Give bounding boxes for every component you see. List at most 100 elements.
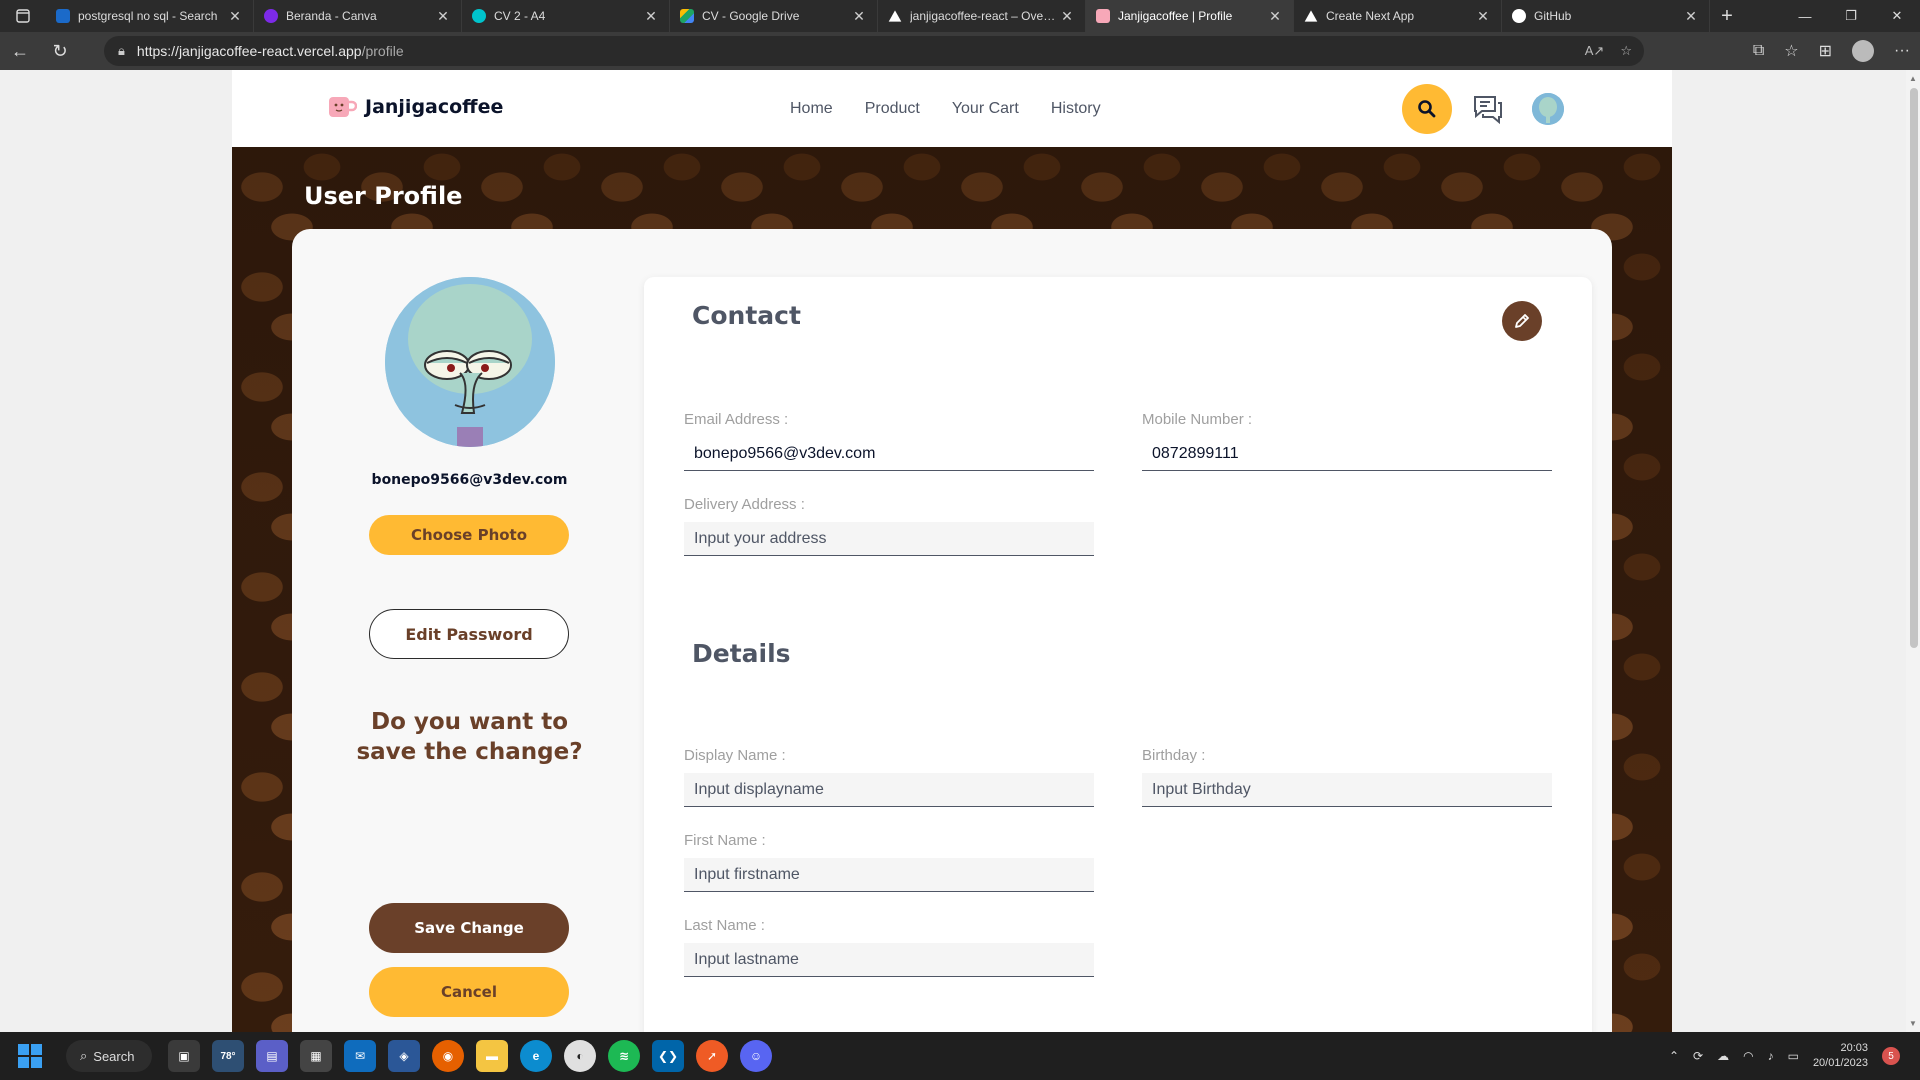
chevron-up-icon[interactable]: ⌃ (1669, 1049, 1679, 1063)
read-aloud-icon[interactable]: A↗ (1585, 43, 1605, 59)
microsoft-store-icon[interactable]: ▦ (300, 1040, 332, 1072)
minimize-icon[interactable]: — (1782, 0, 1828, 32)
back-arrow-icon: ← (11, 40, 29, 61)
url-actions: A↗ ☆ (1585, 36, 1632, 66)
chat-icon (1474, 96, 1502, 124)
mobile-number-field[interactable] (1142, 437, 1552, 471)
volume-icon[interactable]: ♪ (1768, 1049, 1774, 1063)
edit-password-button[interactable]: Edit Password (369, 609, 569, 659)
tab-actions-icon (16, 9, 30, 23)
taskbar-apps: ▣ 78° ▤ ▦ ✉ ◈ ◉ ▬ e ◐ ≋ ❮❯ ➚ ☺ (168, 1040, 772, 1072)
sync-icon[interactable]: ⟳ (1693, 1049, 1703, 1063)
favorites-icon[interactable]: ☆ (1784, 41, 1798, 61)
close-tab-icon[interactable]: ✕ (435, 8, 451, 25)
browser-tab[interactable]: CV - Google Drive ✕ (670, 0, 878, 32)
url-field[interactable]: 🔒︎ https://janjigacoffee-react.vercel.ap… (104, 36, 1644, 66)
chat-button[interactable] (1470, 91, 1506, 127)
close-tab-icon[interactable]: ✕ (1059, 8, 1075, 25)
tab-favicon-icon (264, 9, 278, 23)
profile-card: bonepo9566@v3dev.com Choose Photo Edit P… (292, 229, 1612, 1032)
details-heading: Details (692, 639, 791, 668)
task-view-icon[interactable]: ▣ (168, 1040, 200, 1072)
clock[interactable]: 20:03 20/01/2023 (1813, 1041, 1868, 1071)
wifi-icon[interactable]: ◠ (1743, 1049, 1753, 1063)
github-icon (1512, 9, 1526, 23)
close-tab-icon[interactable]: ✕ (1683, 8, 1699, 25)
browser-tab-active[interactable]: Janjigacoffee | Profile ✕ (1086, 0, 1294, 32)
start-button[interactable] (18, 1044, 42, 1068)
close-tab-icon[interactable]: ✕ (1475, 8, 1491, 25)
nav-history[interactable]: History (1051, 100, 1101, 118)
tab-title: janjigacoffee-react – Overview (910, 9, 1059, 23)
windows-logo-icon (31, 1057, 42, 1068)
delivery-address-field[interactable] (684, 522, 1094, 556)
mail-icon[interactable]: ✉ (344, 1040, 376, 1072)
battery-icon[interactable]: ▭ (1788, 1049, 1799, 1063)
browser-tab[interactable]: GitHub ✕ (1502, 0, 1710, 32)
onedrive-icon[interactable]: ☁ (1717, 1049, 1729, 1063)
weather-icon[interactable]: 78° (212, 1040, 244, 1072)
cancel-button[interactable]: Cancel (369, 967, 569, 1017)
choose-photo-button[interactable]: Choose Photo (369, 515, 569, 555)
avatar-image (1532, 93, 1564, 125)
browser-tab[interactable]: janjigacoffee-react – Overview ✕ (878, 0, 1086, 32)
favorite-star-icon[interactable]: ☆ (1620, 43, 1632, 59)
browser-tab[interactable]: postgresql no sql - Search ✕ (46, 0, 254, 32)
scrollbar-thumb[interactable] (1910, 88, 1918, 648)
spotify-icon[interactable]: ≋ (608, 1040, 640, 1072)
scroll-down-icon[interactable]: ▼ (1909, 1019, 1917, 1028)
close-tab-icon[interactable]: ✕ (851, 8, 867, 25)
extensions-icon[interactable]: ⧉ (1753, 42, 1764, 60)
nav-home[interactable]: Home (790, 100, 833, 118)
first-name-field[interactable] (684, 858, 1094, 892)
edge-icon[interactable]: e (520, 1040, 552, 1072)
search-button[interactable] (1402, 84, 1452, 134)
lock-icon: 🔒︎ (118, 43, 125, 58)
browser-tab[interactable]: Create Next App ✕ (1294, 0, 1502, 32)
postman-icon[interactable]: ➚ (696, 1040, 728, 1072)
edit-profile-button[interactable] (1502, 301, 1542, 341)
discord-icon[interactable]: ☺ (740, 1040, 772, 1072)
teams-chat-icon[interactable]: ▤ (256, 1040, 288, 1072)
avatar-image (385, 277, 555, 447)
collections-icon[interactable]: ⊞ (1819, 41, 1832, 61)
scroll-up-icon[interactable]: ▲ (1909, 74, 1917, 83)
firefox-icon[interactable]: ◉ (432, 1040, 464, 1072)
tab-actions-button[interactable] (0, 0, 46, 32)
display-name-field[interactable] (684, 773, 1094, 807)
save-change-button[interactable]: Save Change (369, 903, 569, 953)
email-field[interactable] (684, 437, 1094, 471)
browser-tab[interactable]: Beranda - Canva ✕ (254, 0, 462, 32)
app-icon[interactable]: ◈ (388, 1040, 420, 1072)
close-tab-icon[interactable]: ✕ (643, 8, 659, 25)
vscode-icon[interactable]: ❮❯ (652, 1040, 684, 1072)
browser-tab[interactable]: CV 2 - A4 ✕ (462, 0, 670, 32)
close-tab-icon[interactable]: ✕ (227, 8, 243, 25)
page-scrollbar[interactable]: ▲ ▼ (1906, 70, 1920, 1032)
new-tab-button[interactable]: + (1710, 0, 1744, 32)
refresh-icon: ↻ (52, 40, 68, 61)
notification-badge[interactable]: 5 (1882, 1047, 1900, 1065)
tab-favicon-icon (56, 9, 70, 23)
last-name-field[interactable] (684, 943, 1094, 977)
browser-profile-avatar[interactable] (1852, 40, 1875, 62)
profile-sidebar: bonepo9566@v3dev.com Choose Photo Edit P… (292, 229, 647, 1032)
github-desktop-icon[interactable]: ◐ (564, 1040, 596, 1072)
file-explorer-icon[interactable]: ▬ (476, 1040, 508, 1072)
nav-your-cart[interactable]: Your Cart (952, 100, 1019, 118)
refresh-button[interactable]: ↻ (40, 32, 80, 70)
site-logo[interactable]: Janjigacoffee (327, 94, 503, 120)
birthday-field[interactable] (1142, 773, 1552, 807)
restore-icon[interactable]: ❐ (1828, 0, 1874, 32)
close-window-icon[interactable]: ✕ (1874, 0, 1920, 32)
user-avatar-small[interactable] (1532, 93, 1564, 125)
more-menu-icon[interactable]: ··· (1894, 42, 1910, 60)
back-button[interactable]: ← (0, 32, 40, 70)
coffee-beans-background: User Profile bonepo9566@v3dev.com Choose… (232, 147, 1672, 1032)
contact-heading: Contact (692, 301, 801, 330)
taskbar-search[interactable]: ⌕ Search (66, 1040, 152, 1072)
search-icon: ⌕ (80, 1048, 88, 1063)
main-nav: Home Product Your Cart History (790, 100, 1101, 118)
close-tab-icon[interactable]: ✕ (1267, 8, 1283, 25)
nav-product[interactable]: Product (865, 100, 920, 118)
